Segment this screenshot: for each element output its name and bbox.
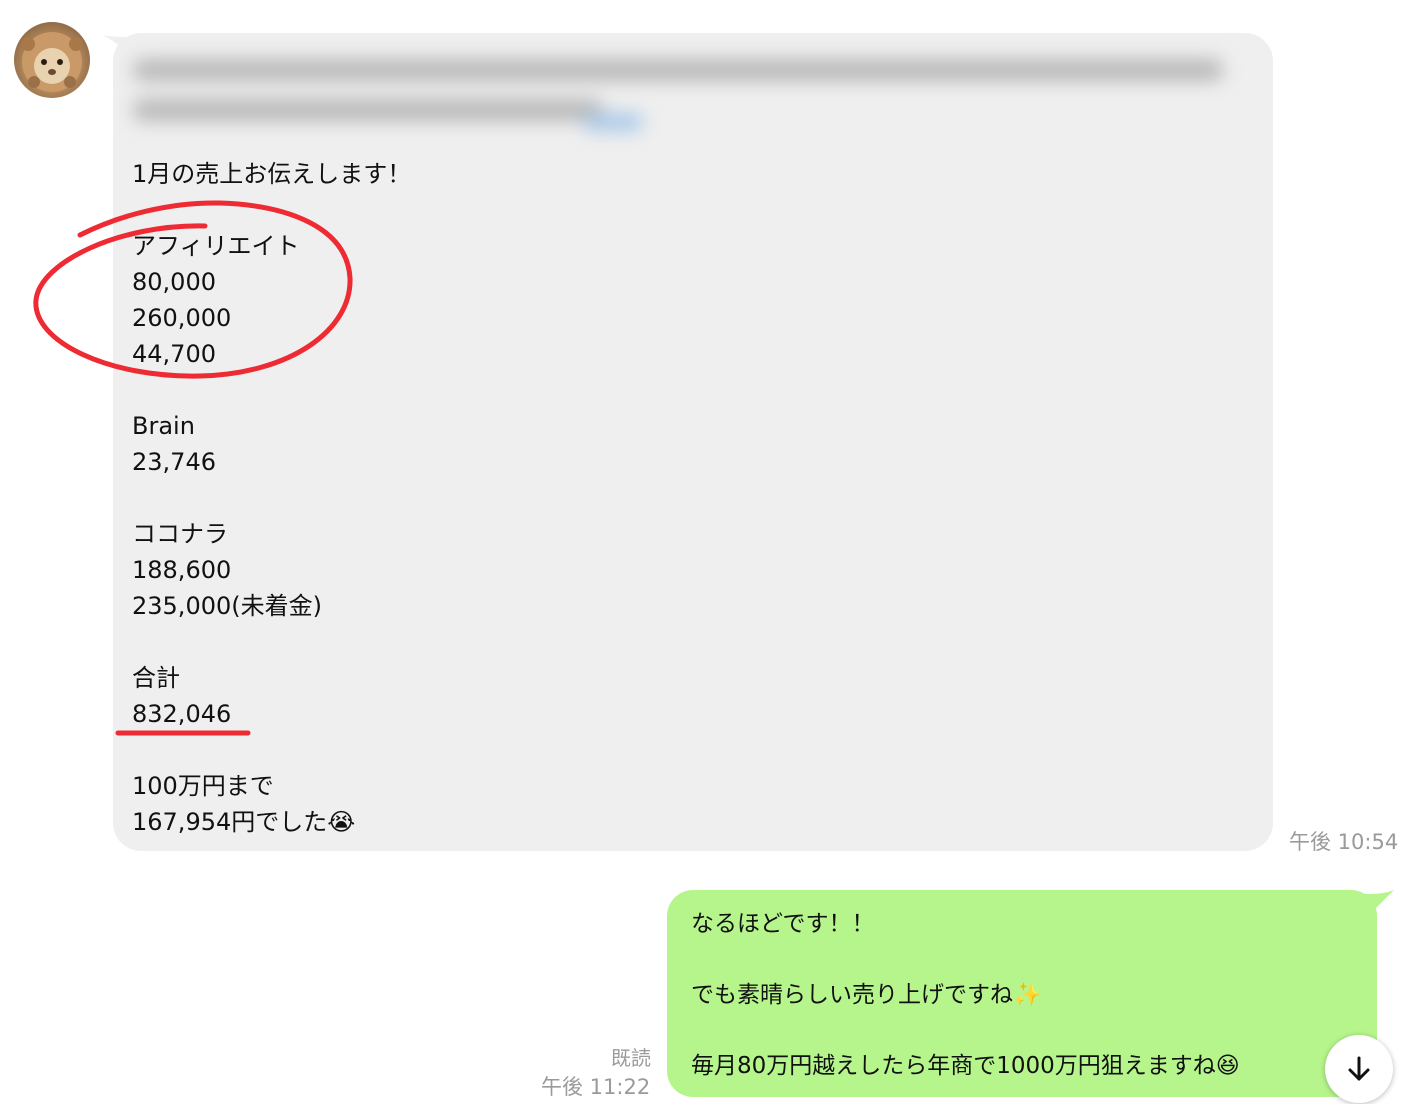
affiliate-amount: 260,000 (132, 304, 232, 332)
coconala-label: ココナラ (132, 520, 228, 548)
remaining-line: 167,954円でした😭 (132, 808, 356, 836)
avatar-image (21, 32, 83, 92)
sent-message-line: なるほどです！！ (691, 911, 875, 937)
sender-avatar[interactable] (14, 22, 90, 98)
total-amount: 832,046 (132, 700, 232, 728)
sent-timestamp: 午後 11:22 (541, 1075, 651, 1099)
remaining-line: 100万円まで (132, 772, 274, 800)
affiliate-amount: 44,700 (132, 340, 216, 368)
coconala-amount: 235,000(未着金) (132, 592, 322, 620)
brain-amount: 23,746 (132, 448, 216, 476)
blurred-text (133, 47, 1243, 147)
sent-message-bubble[interactable]: なるほどです！！ でも素晴らしい売り上げですね✨ 毎月80万円越えしたら年商で1… (667, 890, 1377, 1097)
total-label: 合計 (132, 664, 180, 692)
received-message-bubble[interactable]: 1月の売上お伝えします！ アフィリエイト 80,000 260,000 44,7… (113, 33, 1273, 851)
received-timestamp: 午後 10:54 (1289, 830, 1399, 854)
scroll-down-button[interactable] (1325, 1035, 1393, 1103)
arrow-down-icon (1348, 1056, 1370, 1081)
coconala-amount: 188,600 (132, 556, 232, 584)
affiliate-amount: 80,000 (132, 268, 216, 296)
read-status: 既読 (611, 1046, 651, 1070)
message-intro: 1月の売上お伝えします！ (132, 160, 412, 188)
sent-message-line: でも素晴らしい売り上げですね✨ (691, 982, 1042, 1008)
affiliate-label: アフィリエイト (132, 232, 300, 260)
brain-label: Brain (132, 412, 195, 440)
sent-message-line: 毎月80万円越えしたら年商で1000万円狙えますね😆 (691, 1053, 1240, 1079)
